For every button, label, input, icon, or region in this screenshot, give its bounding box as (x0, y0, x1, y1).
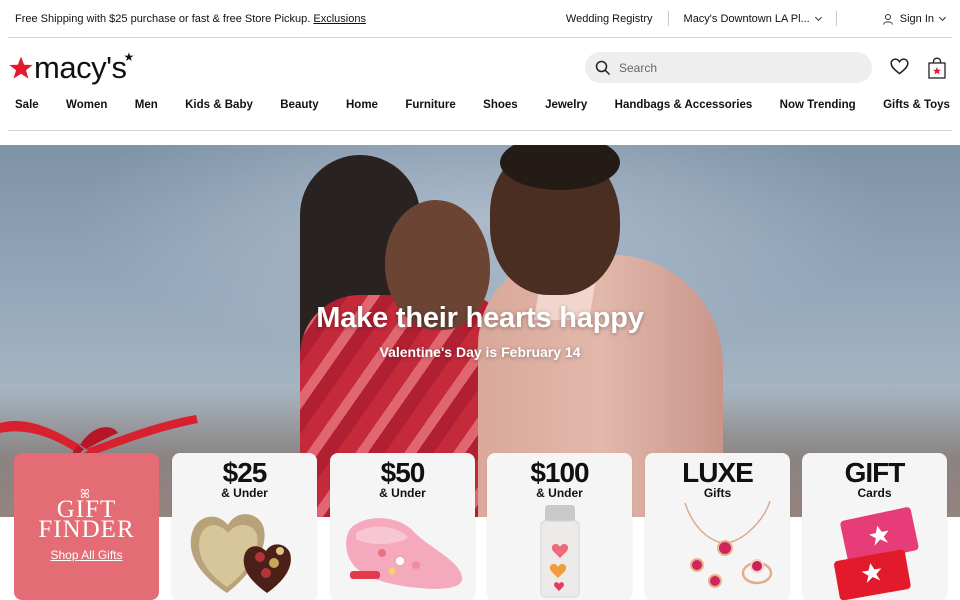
sign-in-button[interactable]: Sign In (882, 12, 947, 25)
heart-icon (890, 58, 909, 75)
divider (8, 130, 952, 131)
macys-logo[interactable]: macy's ★ (8, 49, 135, 85)
main-nav: Sale Women Men Kids & Baby Beauty Home F… (15, 99, 950, 111)
nav-item-handbags-accessories[interactable]: Handbags & Accessories (615, 99, 753, 111)
exclusions-link[interactable]: Exclusions (313, 13, 366, 25)
gift-finder-line2: FINDER (38, 516, 135, 543)
nav-item-women[interactable]: Women (66, 99, 107, 111)
search-bar[interactable] (585, 52, 872, 83)
shopping-bag-button[interactable] (928, 57, 946, 84)
search-icon (595, 60, 611, 75)
gift-card-luxe-gifts[interactable]: LUXE Gifts (645, 453, 790, 600)
logo-wordmark: macy's (34, 50, 127, 85)
gift-card-50-under[interactable]: $50 & Under (330, 453, 475, 600)
utility-right: Wedding Registry Macy's Downtown LA Pl..… (566, 11, 947, 26)
nav-item-jewelry[interactable]: Jewelry (545, 99, 587, 111)
favorites-button[interactable] (890, 58, 909, 80)
promo-message: Free Shipping with $25 purchase or fast … (15, 12, 311, 25)
utility-bar: Free Shipping with $25 purchase or fast … (0, 0, 960, 37)
wedding-registry-link[interactable]: Wedding Registry (566, 13, 653, 25)
shop-all-gifts-link[interactable]: Shop All Gifts (14, 548, 159, 562)
chocolate-heart-box-image (190, 514, 291, 593)
search-input[interactable] (619, 60, 849, 75)
divider (835, 11, 837, 26)
gift-card-gift-cards[interactable]: GIFT Cards (802, 453, 947, 600)
divider (8, 37, 952, 38)
store-name: Macy's Downtown LA Pl... (683, 12, 810, 25)
small-star-icon: ★ (123, 49, 135, 64)
hero-title: Make their hearts happy (316, 302, 644, 334)
bag-icon (928, 57, 946, 79)
promo-text: Free Shipping with $25 purchase or fast … (15, 13, 366, 25)
nav-item-now-trending[interactable]: Now Trending (780, 99, 856, 111)
hero-subtitle: Valentine's Day is February 14 (379, 344, 581, 360)
store-selector[interactable]: Macy's Downtown LA Pl... (683, 12, 822, 25)
perfume-bottle-image (540, 505, 580, 598)
gift-card-25-under[interactable]: $25 & Under (172, 453, 317, 600)
divider (667, 11, 669, 26)
nav-item-beauty[interactable]: Beauty (280, 99, 318, 111)
nav-item-shoes[interactable]: Shoes (483, 99, 518, 111)
chevron-down-icon (814, 13, 822, 21)
nav-item-gifts-toys[interactable]: Gifts & Toys (883, 99, 950, 111)
user-icon (882, 13, 893, 25)
gift-cards-image (834, 507, 919, 600)
pink-clog-image (346, 518, 463, 589)
gift-finder-card[interactable]: ꕤ GIFT FINDER Shop All Gifts (14, 453, 159, 600)
nav-item-sale[interactable]: Sale (15, 99, 39, 111)
nav-item-home[interactable]: Home (346, 99, 378, 111)
sign-in-label: Sign In (899, 12, 934, 25)
star-icon (9, 56, 33, 79)
nav-item-furniture[interactable]: Furniture (405, 99, 455, 111)
gift-card-100-under[interactable]: $100 & Under (487, 453, 632, 600)
jewelry-image (684, 500, 773, 588)
chevron-down-icon (938, 13, 947, 21)
nav-item-men[interactable]: Men (135, 99, 158, 111)
nav-item-kids-baby[interactable]: Kids & Baby (185, 99, 253, 111)
